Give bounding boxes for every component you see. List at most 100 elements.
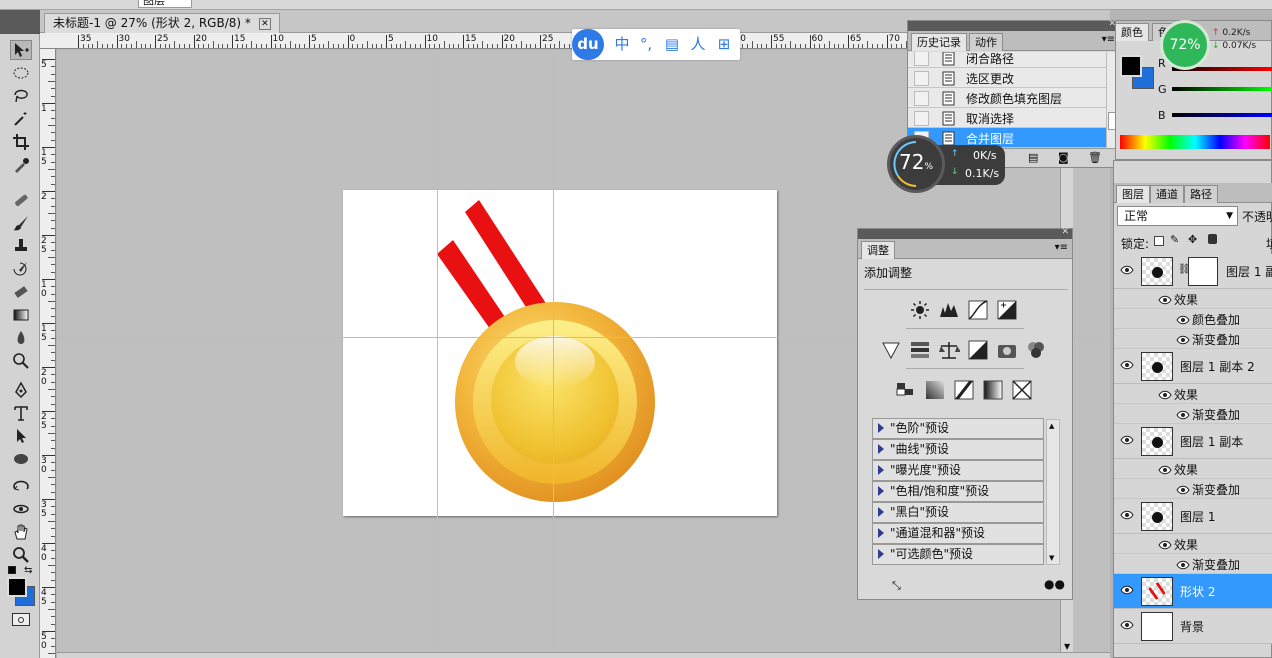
lock-transparent-icon[interactable] [1154,236,1164,246]
expand-arrow-icon[interactable] [878,528,884,538]
dodge-tool-icon[interactable] [10,351,32,371]
document-tab[interactable]: 未标题-1 @ 27% (形状 2, RGB/8) * ✕ [44,13,280,33]
lock-pixels-icon[interactable]: ✎ [1170,233,1179,246]
layer-effects-row[interactable]: 效果 [1114,384,1272,404]
invert-icon[interactable] [895,379,917,401]
type-tool-icon[interactable] [10,403,32,423]
ime-user-icon[interactable]: 人 [688,34,708,54]
zoom-tool-icon[interactable] [10,545,32,565]
options-field[interactable]: 图层 [138,0,192,8]
hue-saturation-icon[interactable] [909,339,931,361]
preset-item[interactable]: "色相/饱和度"预设 [872,481,1044,502]
layer-effect-item[interactable]: 颜色叠加 [1114,309,1272,329]
gradient-map-icon[interactable] [982,379,1004,401]
document-canvas[interactable] [343,190,777,516]
tab-actions[interactable]: 动作 [969,33,1003,51]
expand-arrow-icon[interactable] [878,549,884,559]
channel-mixer-icon[interactable] [1025,339,1047,361]
layer-effect-item[interactable]: 渐变叠加 [1114,554,1272,574]
visibility-eye-icon[interactable] [1120,619,1134,630]
expand-arrow-icon[interactable] [878,486,884,496]
curves-icon[interactable] [967,299,989,321]
tab-history[interactable]: 历史记录 [911,33,967,51]
photo-filter-icon[interactable] [996,339,1018,361]
layer-row[interactable]: 形状 2 [1114,574,1272,609]
clip-to-layer-icon[interactable]: ●● [1044,577,1065,591]
history-snapshot-checkbox[interactable] [914,111,929,126]
new-snapshot-icon[interactable]: ◙ [1058,151,1069,164]
layer-effect-item[interactable]: 渐变叠加 [1114,479,1272,499]
preset-item[interactable]: "通道混和器"预设 [872,523,1044,544]
expand-arrow-icon[interactable] [878,465,884,475]
visibility-eye-icon[interactable] [1120,359,1134,370]
quick-mask-icon[interactable] [12,613,30,626]
marquee-tool-icon[interactable] [10,63,32,83]
history-panel-titlebar[interactable]: ✕ [908,19,1119,31]
preset-item[interactable]: "可选颜色"预设 [872,544,1044,565]
expand-view-icon[interactable]: ⤡ [892,579,901,593]
lasso-tool-icon[interactable] [10,86,32,106]
crop-tool-icon[interactable] [10,132,32,152]
tab-layers[interactable]: 图层 [1116,185,1150,203]
layer-effects-row[interactable]: 效果 [1114,534,1272,554]
pen-tool-icon[interactable] [10,380,32,400]
tab-color[interactable]: 颜色 [1116,23,1149,41]
ime-logo[interactable]: du [572,29,604,60]
history-snapshot-checkbox[interactable] [914,91,929,106]
blend-mode-select[interactable]: 正常 ▼ [1117,206,1238,226]
color-spectrum-bar[interactable] [1120,135,1270,149]
scroll-up-icon[interactable]: ▲ [1049,422,1054,430]
tools-panel-grip[interactable] [0,10,40,34]
layer-effect-item[interactable]: 渐变叠加 [1114,329,1272,349]
preset-item[interactable]: "曝光度"预设 [872,460,1044,481]
magic-wand-tool-icon[interactable] [10,109,32,129]
foreground-color-chip[interactable] [1120,55,1142,77]
network-speed-mini[interactable]: 72% ↑ 0.2K/s ↓ 0.07K/s [1160,20,1272,70]
ellipse-tool-icon[interactable] [10,449,32,469]
expand-arrow-icon[interactable] [878,423,884,433]
visibility-eye-icon[interactable] [1176,559,1190,573]
delete-state-icon[interactable]: 🗑 [1088,151,1102,164]
gradient-tool-icon[interactable] [10,305,32,325]
layer-effects-row[interactable]: 效果 [1114,289,1272,309]
selective-color-icon[interactable] [1011,379,1033,401]
adjustments-panel-titlebar[interactable]: ✕ [858,227,1072,239]
healing-brush-tool-icon[interactable] [10,190,32,210]
layer-row[interactable]: 背景 [1114,609,1272,644]
tab-adjustments[interactable]: 调整 [861,241,895,259]
panel-menu-icon[interactable]: ▾≡ [1102,34,1115,45]
visibility-eye-icon[interactable] [1176,334,1190,348]
clone-stamp-tool-icon[interactable] [10,236,32,256]
levels-icon[interactable] [938,299,960,321]
posterize-icon[interactable] [924,379,946,401]
horizontal-scrollbar[interactable] [57,652,1110,658]
hand-tool-icon[interactable] [10,522,32,542]
visibility-eye-icon[interactable] [1120,264,1134,275]
visibility-eye-icon[interactable] [1176,314,1190,328]
eraser-tool-icon[interactable] [10,282,32,302]
layer-effects-row[interactable]: 效果 [1114,459,1272,479]
visibility-eye-icon[interactable] [1158,389,1172,403]
ime-toolbox-icon[interactable]: ▤ [662,34,682,54]
channel-b-slider[interactable] [1172,113,1272,117]
ime-language-toggle[interactable]: 中 [612,34,632,54]
exposure-icon[interactable] [996,299,1018,321]
ime-punctuation-toggle[interactable]: °, [636,34,656,54]
layer-row[interactable]: 图层 1 副本 2 [1114,349,1272,384]
color-balance-icon[interactable] [938,339,960,361]
guide-vertical[interactable] [553,50,554,658]
expand-arrow-icon[interactable] [878,507,884,517]
panel-menu-icon[interactable]: ▾≡ [1055,242,1068,253]
3d-orbit-tool-icon[interactable] [10,499,32,519]
tab-paths[interactable]: 路径 [1184,185,1218,203]
network-speed-widget[interactable]: ↑ 0K/s ↓ 0.1K/s 72% [887,135,1007,193]
new-document-from-state-icon[interactable]: ▤ [1028,151,1038,164]
foreground-color-swatch[interactable] [7,577,27,597]
preset-scrollbar[interactable]: ▲ ▼ [1046,419,1060,565]
history-item[interactable]: 选区更改 [908,68,1106,88]
threshold-icon[interactable] [953,379,975,401]
tab-channels[interactable]: 通道 [1150,185,1184,203]
visibility-eye-icon[interactable] [1158,464,1172,478]
default-colors-icon[interactable] [8,566,16,574]
preset-item[interactable]: "黑白"预设 [872,502,1044,523]
